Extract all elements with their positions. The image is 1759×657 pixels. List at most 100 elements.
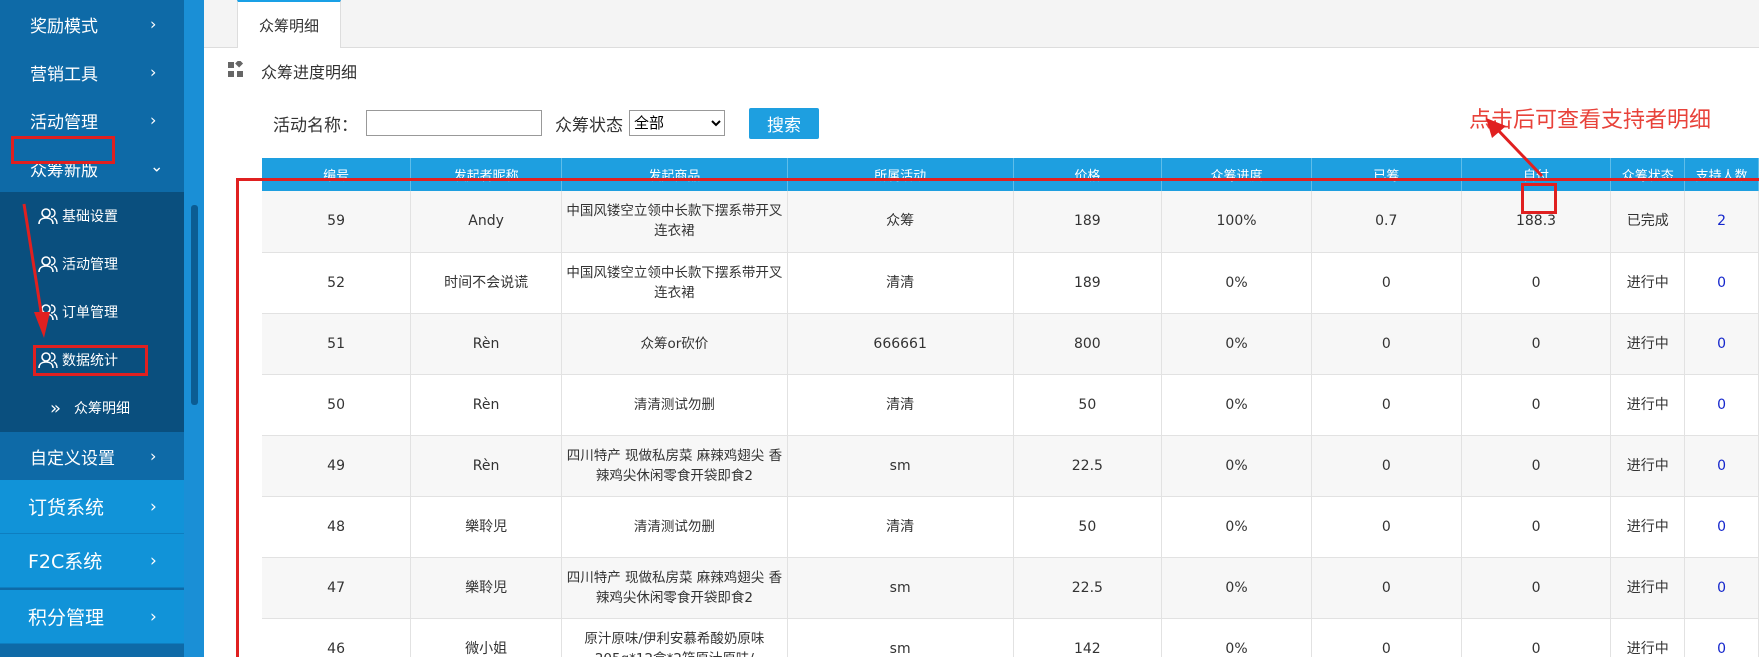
sidebar-item-activity-management[interactable]: 活动管理 › bbox=[0, 96, 184, 144]
cell-progress: 0% bbox=[1161, 618, 1312, 657]
sidebar-item-label: 奖励模式 bbox=[30, 16, 98, 37]
cell-activity: sm bbox=[787, 557, 1014, 619]
cell-status: 进行中 bbox=[1610, 252, 1686, 314]
cell-price: 50 bbox=[1013, 496, 1163, 558]
sidebar-system-label: 订货系统 bbox=[28, 497, 105, 519]
cell-id: 50 bbox=[262, 374, 412, 436]
cell-supporters[interactable]: 0 bbox=[1684, 557, 1759, 619]
cell-raised: 0 bbox=[1311, 435, 1462, 497]
cell-initiator: 樂聆児 bbox=[410, 557, 563, 619]
sidebar-item-custom-settings[interactable]: 自定义设置 › bbox=[0, 432, 184, 480]
cell-activity: 清清 bbox=[787, 252, 1014, 314]
cell-supporters[interactable]: 0 bbox=[1684, 618, 1759, 657]
sidebar-subitem-label: 基础设置 bbox=[62, 209, 118, 225]
cell-supporters[interactable]: 0 bbox=[1684, 435, 1759, 497]
cell-status: 进行中 bbox=[1610, 618, 1686, 657]
sidebar-system-order[interactable]: 订货系统 › bbox=[0, 480, 184, 534]
column-header: 所属活动 bbox=[787, 158, 1014, 191]
double-chevron-right-icon: » bbox=[50, 397, 62, 419]
cell-supporters[interactable]: 0 bbox=[1684, 252, 1759, 314]
cell-activity: 清清 bbox=[787, 374, 1014, 436]
cell-self-pay: 0 bbox=[1461, 496, 1612, 558]
cell-id: 52 bbox=[262, 252, 412, 314]
cell-price: 22.5 bbox=[1013, 557, 1163, 619]
activity-name-input[interactable] bbox=[366, 110, 542, 136]
cell-self-pay: 188.3 bbox=[1461, 191, 1612, 253]
column-header: 发起者昵称 bbox=[410, 158, 563, 191]
annotation-arrow bbox=[1486, 118, 1544, 178]
cell-activity: sm bbox=[787, 435, 1014, 497]
tab-crowdfunding-detail[interactable]: 众筹明细 bbox=[237, 0, 341, 48]
sidebar-item-reward-mode[interactable]: 奖励模式 › bbox=[0, 0, 184, 48]
table-row: 50 Rèn 清清测试勿删 清清 50 0% 0 0 进行中 0 bbox=[262, 374, 1759, 436]
cell-initiator: 微小姐 bbox=[410, 618, 563, 657]
users-icon bbox=[38, 352, 58, 369]
cell-self-pay: 0 bbox=[1461, 313, 1612, 375]
cell-status: 进行中 bbox=[1610, 557, 1686, 619]
cell-price: 22.5 bbox=[1013, 435, 1163, 497]
cell-goods: 清清测试勿删 bbox=[561, 496, 788, 558]
cell-price: 800 bbox=[1013, 313, 1163, 375]
sidebar-system-f2c[interactable]: F2C系统 › bbox=[0, 534, 184, 588]
sidebar-item-label: 活动管理 bbox=[30, 112, 98, 133]
table-row: 49 Rèn 四川特产 现做私房菜 麻辣鸡翅尖 香辣鸡尖休闲零食开袋即食2 sm 22.… bbox=[262, 435, 1759, 497]
cell-goods: 原汁原味/伊利安慕希酸奶原味205g*12盒*2箱原汁原味/ bbox=[561, 618, 788, 657]
table-row: 48 樂聆児 清清测试勿删 清清 50 0% 0 0 进行中 0 bbox=[262, 496, 1759, 558]
main-content: 众筹明细 众筹进度明细 活动名称： 众筹状态 全部 搜索 点击后可查看支持者明细 bbox=[204, 0, 1759, 657]
cell-progress: 0% bbox=[1161, 313, 1312, 375]
cell-supporters[interactable]: 2 bbox=[1684, 191, 1759, 253]
table-row: 51 Rèn 众筹or砍价 666661 800 0% 0 0 进行中 0 bbox=[262, 313, 1759, 375]
chevron-right-icon: › bbox=[150, 550, 157, 571]
cell-raised: 0 bbox=[1311, 496, 1462, 558]
sidebar-item-label: 自定义设置 bbox=[30, 448, 115, 469]
chevron-right-icon: › bbox=[150, 14, 157, 34]
cell-raised: 0 bbox=[1311, 618, 1462, 657]
sidebar-item-crowdfunding-new[interactable]: 众筹新版 ⌄ bbox=[0, 144, 184, 192]
chevron-right-icon: › bbox=[150, 606, 157, 627]
sidebar-subitem-label: 众筹明细 bbox=[74, 401, 130, 417]
column-header: 价格 bbox=[1013, 158, 1163, 191]
column-header: 众筹进度 bbox=[1161, 158, 1312, 191]
chevron-right-icon: › bbox=[150, 496, 157, 517]
cell-initiator: Rèn bbox=[410, 374, 563, 436]
cell-progress: 100% bbox=[1161, 191, 1312, 253]
activity-name-label: 活动名称： bbox=[273, 115, 358, 136]
cell-goods: 四川特产 现做私房菜 麻辣鸡翅尖 香辣鸡尖休闲零食开袋即食2 bbox=[561, 557, 788, 619]
sidebar-subitem-crowdfunding-detail[interactable]: » 众筹明细 bbox=[0, 384, 184, 432]
cell-price: 189 bbox=[1013, 191, 1163, 253]
cell-supporters[interactable]: 0 bbox=[1684, 496, 1759, 558]
cell-price: 142 bbox=[1013, 618, 1163, 657]
crowdfunding-status-select[interactable]: 全部 bbox=[629, 110, 725, 136]
cell-progress: 0% bbox=[1161, 374, 1312, 436]
crowdfunding-status-label: 众筹状态 bbox=[555, 115, 623, 136]
panel-title-text: 众筹进度明细 bbox=[261, 63, 358, 82]
sidebar-subitem-label: 活动管理 bbox=[62, 257, 118, 273]
cell-goods: 中国风镂空立领中长款下摆系带开叉连衣裙 bbox=[561, 252, 788, 314]
crowdfunding-table: 编号 发起者昵称 发起商品 所属活动 价格 众筹进度 已筹 自付 众筹状态 支持… bbox=[262, 158, 1759, 657]
search-button[interactable]: 搜索 bbox=[749, 107, 819, 139]
cell-raised: 0 bbox=[1311, 313, 1462, 375]
cell-initiator: 时间不会说谎 bbox=[410, 252, 563, 314]
sidebar-item-marketing-tools[interactable]: 营销工具 › bbox=[0, 48, 184, 96]
sidebar-annotation-arrow bbox=[22, 203, 50, 338]
sidebar-system-label: F2C系统 bbox=[28, 551, 103, 573]
cell-initiator: 樂聆児 bbox=[410, 496, 563, 558]
cell-activity: 666661 bbox=[787, 313, 1014, 375]
cell-status: 进行中 bbox=[1610, 496, 1686, 558]
sidebar-scrollbar[interactable] bbox=[191, 205, 198, 405]
cell-initiator: Andy bbox=[410, 191, 563, 253]
cell-supporters[interactable]: 0 bbox=[1684, 313, 1759, 375]
cell-id: 47 bbox=[262, 557, 412, 619]
column-header: 编号 bbox=[262, 158, 412, 191]
cell-self-pay: 0 bbox=[1461, 252, 1612, 314]
sidebar-system-label: 积分管理 bbox=[28, 607, 105, 629]
cell-supporters[interactable]: 0 bbox=[1684, 374, 1759, 436]
grid-icon bbox=[228, 61, 244, 77]
sidebar-item-label: 营销工具 bbox=[30, 64, 98, 85]
chevron-right-icon: › bbox=[150, 62, 157, 82]
filter-bar: 活动名称： 众筹状态 全部 搜索 bbox=[273, 107, 819, 139]
sidebar-item-label: 众筹新版 bbox=[30, 160, 98, 181]
sidebar-system-points[interactable]: 积分管理 › bbox=[0, 590, 184, 644]
sidebar-subitem-label: 订单管理 bbox=[62, 305, 118, 321]
cell-activity: 众筹 bbox=[787, 191, 1014, 253]
